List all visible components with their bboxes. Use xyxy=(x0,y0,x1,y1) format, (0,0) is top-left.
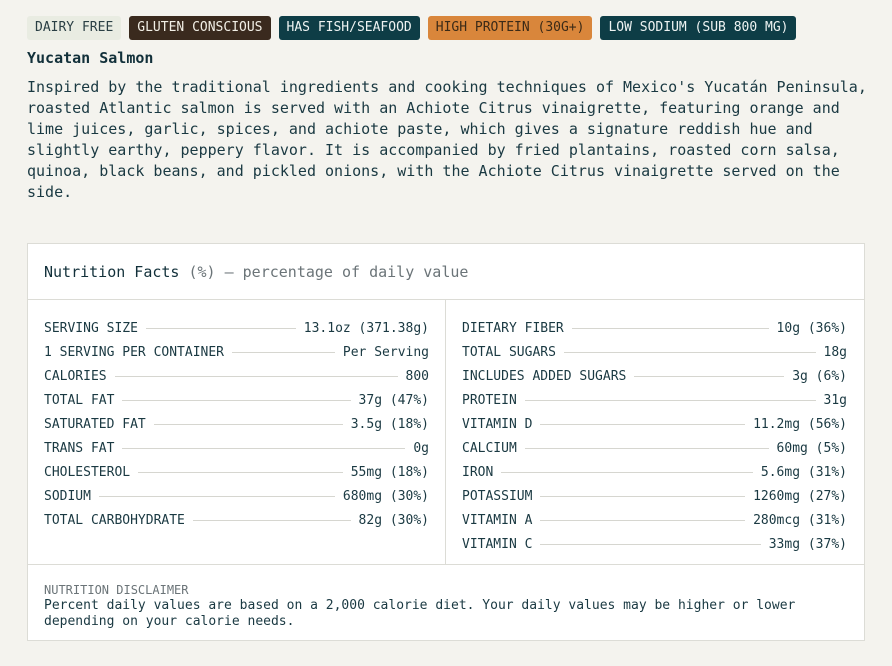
nutrient-label: INCLUDES ADDED SUGARS xyxy=(462,368,627,384)
leader-line xyxy=(192,519,351,521)
leader-line xyxy=(563,351,816,353)
nutrition-row: CALORIES 800 xyxy=(44,364,429,388)
nutrition-row: SODIUM 680mg (30%) xyxy=(44,484,429,508)
nutrient-value: Per Serving xyxy=(342,344,429,360)
tag-high-protein: HIGH PROTEIN (30G+) xyxy=(427,16,593,40)
nutrition-row: INCLUDES ADDED SUGARS 3g (6%) xyxy=(462,364,847,388)
leader-line xyxy=(145,327,296,329)
nutrient-value: 82g (30%) xyxy=(358,512,429,528)
leader-line xyxy=(571,327,769,329)
nutrient-label: 1 SERVING PER CONTAINER xyxy=(44,344,225,360)
leader-line xyxy=(634,375,785,377)
nutrient-value: 55mg (18%) xyxy=(350,464,429,480)
nutrient-value: 5.6mg (31%) xyxy=(760,464,847,480)
tag-gluten-conscious: GLUTEN CONSCIOUS xyxy=(129,16,271,40)
leader-line xyxy=(122,399,351,401)
nutrient-value: 3g (6%) xyxy=(792,368,847,384)
tag-has-fish-seafood: HAS FISH/SEAFOOD xyxy=(278,16,420,40)
nutrient-label: VITAMIN D xyxy=(462,416,533,432)
disclaimer-heading: NUTRITION DISCLAIMER xyxy=(44,583,189,597)
nutrient-label: VITAMIN A xyxy=(462,512,533,528)
nutrient-label: TRANS FAT xyxy=(44,440,115,456)
leader-line xyxy=(232,351,335,353)
nutrition-subheading: (%) – percentage of daily value xyxy=(188,262,469,281)
leader-line xyxy=(138,471,343,473)
nutrition-row: VITAMIN C 33mg (37%) xyxy=(462,532,847,556)
nutrient-value: 1260mg (27%) xyxy=(753,488,847,504)
nutrient-label: TOTAL CARBOHYDRATE xyxy=(44,512,185,528)
leader-line xyxy=(524,399,816,401)
nutrition-row: IRON 5.6mg (31%) xyxy=(462,460,847,484)
page: DAIRY FREE GLUTEN CONSCIOUS HAS FISH/SEA… xyxy=(0,0,892,666)
nutrient-label: SERVING SIZE xyxy=(44,320,138,336)
nutrition-column-left: SERVING SIZE 13.1oz (371.38g) 1 SERVING PE… xyxy=(28,300,446,564)
nutrition-row: TOTAL CARBOHYDRATE 82g (30%) xyxy=(44,508,429,532)
leader-line xyxy=(153,423,343,425)
nutrition-row: DIETARY FIBER 10g (36%) xyxy=(462,316,847,340)
leader-line xyxy=(540,495,746,497)
nutrition-row: TRANS FAT 0g xyxy=(44,436,429,460)
nutrition-row: VITAMIN A 280mcg (31%) xyxy=(462,508,847,532)
nutrient-label: TOTAL SUGARS xyxy=(462,344,556,360)
leader-line xyxy=(524,447,769,449)
nutrition-row: PROTEIN 31g xyxy=(462,388,847,412)
leader-line xyxy=(98,495,335,497)
nutrient-value: 3.5g (18%) xyxy=(350,416,429,432)
diet-tags: DAIRY FREE GLUTEN CONSCIOUS HAS FISH/SEA… xyxy=(27,16,797,40)
nutrition-row: SATURATED FAT 3.5g (18%) xyxy=(44,412,429,436)
nutrient-label: SATURATED FAT xyxy=(44,416,146,432)
nutrient-label: PROTEIN xyxy=(462,392,517,408)
nutrition-header: Nutrition Facts (%) – percentage of dail… xyxy=(28,244,864,300)
nutrition-row: VITAMIN D 11.2mg (56%) xyxy=(462,412,847,436)
disclaimer-text: Percent daily values are based on a 2,00… xyxy=(44,598,796,629)
nutrition-row: 1 SERVING PER CONTAINER Per Serving xyxy=(44,340,429,364)
nutrient-value: 31g xyxy=(823,392,847,408)
nutrient-value: 60mg (5%) xyxy=(776,440,847,456)
leader-line xyxy=(540,519,746,521)
nutrition-columns: SERVING SIZE 13.1oz (371.38g) 1 SERVING PE… xyxy=(28,300,864,565)
nutrient-value: 680mg (30%) xyxy=(342,488,429,504)
dish-description: Inspired by the traditional ingredients … xyxy=(27,78,867,201)
leader-line xyxy=(114,375,398,377)
dish-title: Yucatan Salmon xyxy=(27,49,154,67)
nutrition-row: POTASSIUM 1260mg (27%) xyxy=(462,484,847,508)
nutrition-column-right: DIETARY FIBER 10g (36%) TOTAL SUGARS 18g INC… xyxy=(446,300,864,564)
nutrient-value: 18g xyxy=(823,344,847,360)
nutrient-label: SODIUM xyxy=(44,488,91,504)
nutrient-label: IRON xyxy=(462,464,494,480)
nutrition-row: TOTAL SUGARS 18g xyxy=(462,340,847,364)
leader-line xyxy=(501,471,753,473)
nutrient-value: 0g xyxy=(413,440,429,456)
tag-dairy-free: DAIRY FREE xyxy=(27,16,122,40)
nutrient-value: 37g (47%) xyxy=(358,392,429,408)
nutrition-row: CALCIUM 60mg (5%) xyxy=(462,436,847,460)
nutrition-row: TOTAL FAT 37g (47%) xyxy=(44,388,429,412)
tag-low-sodium: LOW SODIUM (SUB 800 MG) xyxy=(600,16,797,40)
nutrient-label: CALORIES xyxy=(44,368,107,384)
leader-line xyxy=(122,447,406,449)
nutrition-facts-panel: Nutrition Facts (%) – percentage of dail… xyxy=(27,243,865,641)
nutrient-label: CHOLESTEROL xyxy=(44,464,131,480)
nutrient-value: 33mg (37%) xyxy=(768,536,847,552)
nutrient-label: POTASSIUM xyxy=(462,488,533,504)
nutrition-heading: Nutrition Facts xyxy=(44,262,180,281)
nutrition-disclaimer: NUTRITION DISCLAIMER Percent daily value… xyxy=(28,565,864,630)
nutrient-label: TOTAL FAT xyxy=(44,392,115,408)
nutrition-row: CHOLESTEROL 55mg (18%) xyxy=(44,460,429,484)
nutrient-value: 280mcg (31%) xyxy=(753,512,847,528)
nutrient-value: 10g (36%) xyxy=(776,320,847,336)
nutrient-label: VITAMIN C xyxy=(462,536,533,552)
nutrient-value: 11.2mg (56%) xyxy=(753,416,847,432)
nutrient-value: 13.1oz (371.38g) xyxy=(303,320,429,336)
nutrition-row: SERVING SIZE 13.1oz (371.38g) xyxy=(44,316,429,340)
nutrient-value: 800 xyxy=(405,368,429,384)
leader-line xyxy=(540,543,761,545)
nutrient-label: CALCIUM xyxy=(462,440,517,456)
nutrient-label: DIETARY FIBER xyxy=(462,320,564,336)
leader-line xyxy=(540,423,746,425)
